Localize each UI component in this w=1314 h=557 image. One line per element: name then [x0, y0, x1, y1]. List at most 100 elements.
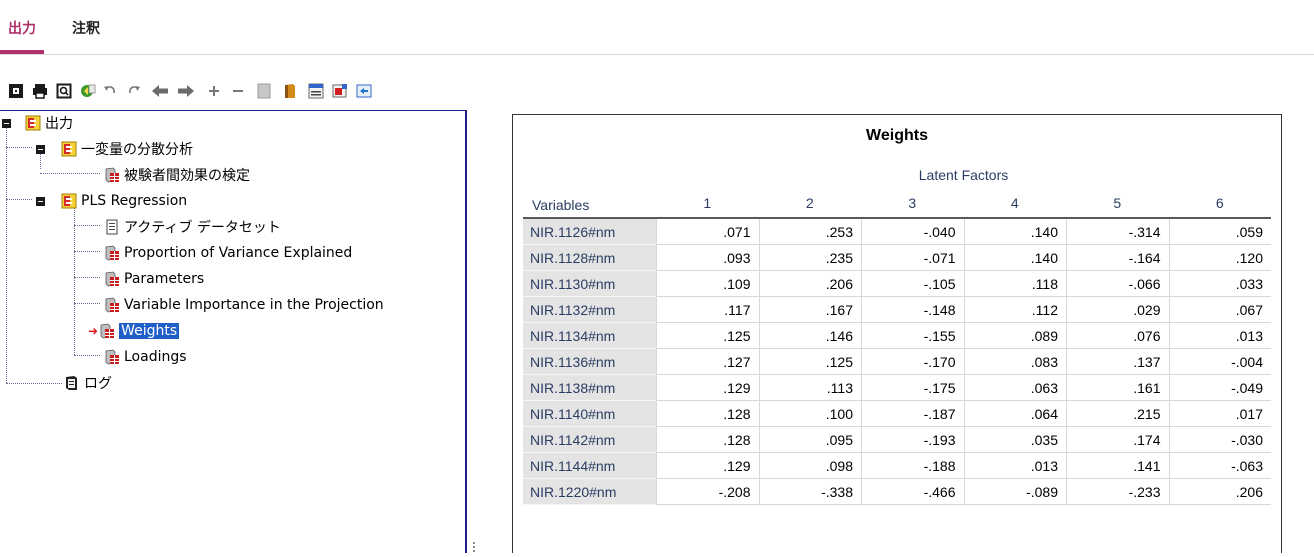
table-cell[interactable]: -.049: [1168, 375, 1271, 401]
table-cell[interactable]: -.466: [861, 479, 964, 505]
table-cell[interactable]: .063: [963, 375, 1066, 401]
table-cell[interactable]: .206: [758, 271, 861, 297]
table-cell[interactable]: .128: [656, 401, 759, 427]
tree-item-active-dataset[interactable]: アクティブ データセット: [104, 215, 281, 239]
table-row[interactable]: NIR.1220#nm -.208 -.338 -.466 -.089 -.233.206: [523, 479, 1271, 505]
table-row[interactable]: NIR.1132#nm .117.167 -.148.112.029.067: [523, 297, 1271, 323]
collapse-icon[interactable]: [228, 80, 248, 102]
hide-icon[interactable]: [280, 80, 300, 102]
undo-icon[interactable]: [100, 80, 120, 102]
go-back-icon[interactable]: [150, 80, 170, 102]
table-cell[interactable]: .067: [1168, 297, 1271, 323]
redo-icon[interactable]: [124, 80, 144, 102]
table-cell[interactable]: .112: [963, 297, 1066, 323]
table-cell[interactable]: .117: [656, 297, 759, 323]
table-cell[interactable]: .109: [656, 271, 759, 297]
table-cell[interactable]: .167: [758, 297, 861, 323]
table-cell[interactable]: .125: [758, 349, 861, 375]
table-cell[interactable]: -.193: [861, 427, 964, 453]
collapse-toggle-icon[interactable]: [36, 144, 45, 154]
save-icon[interactable]: [6, 80, 26, 102]
table-cell[interactable]: .083: [963, 349, 1066, 375]
table-cell[interactable]: -.040: [861, 219, 964, 245]
tree-item-oneway-anova[interactable]: 一変量の分散分析: [36, 137, 193, 161]
table-cell[interactable]: .120: [1168, 245, 1271, 271]
table-cell[interactable]: .064: [963, 401, 1066, 427]
table-cell[interactable]: .017: [1168, 401, 1271, 427]
table-cell[interactable]: .235: [758, 245, 861, 271]
table-cell[interactable]: -.170: [861, 349, 964, 375]
table-cell[interactable]: .140: [963, 219, 1066, 245]
tree-item-output-root[interactable]: 出力: [2, 111, 73, 135]
collapse-toggle-icon[interactable]: [36, 196, 45, 206]
table-cell[interactable]: -.187: [861, 401, 964, 427]
table-cell[interactable]: .128: [656, 427, 759, 453]
table-cell[interactable]: -.164: [1066, 245, 1169, 271]
table-cell[interactable]: .129: [656, 453, 759, 479]
tree-item-vip[interactable]: Variable Importance in the Projection: [104, 293, 384, 317]
table-cell[interactable]: -.105: [861, 271, 964, 297]
table-cell[interactable]: .076: [1066, 323, 1169, 349]
show-icon[interactable]: [254, 80, 274, 102]
table-cell[interactable]: .095: [758, 427, 861, 453]
table-cell[interactable]: .071: [656, 219, 759, 245]
tree-item-between-subjects[interactable]: 被験者間効果の検定: [104, 163, 250, 187]
table-cell[interactable]: .146: [758, 323, 861, 349]
table-cell[interactable]: .113: [758, 375, 861, 401]
tree-item-log[interactable]: ログ: [64, 371, 112, 395]
pane-splitter[interactable]: [472, 540, 476, 553]
table-cell[interactable]: .098: [758, 453, 861, 479]
print-preview-icon[interactable]: [54, 80, 74, 102]
table-cell[interactable]: -.071: [861, 245, 964, 271]
insert-title-icon[interactable]: [330, 80, 350, 102]
table-cell[interactable]: .089: [963, 323, 1066, 349]
table-cell[interactable]: .035: [963, 427, 1066, 453]
table-cell[interactable]: .059: [1168, 219, 1271, 245]
table-cell[interactable]: .125: [656, 323, 759, 349]
table-cell[interactable]: .206: [1168, 479, 1271, 505]
table-cell[interactable]: -.175: [861, 375, 964, 401]
table-cell[interactable]: -.338: [758, 479, 861, 505]
table-cell[interactable]: -.314: [1066, 219, 1169, 245]
table-cell[interactable]: -.233: [1066, 479, 1169, 505]
expand-icon[interactable]: [204, 80, 224, 102]
table-cell[interactable]: .100: [758, 401, 861, 427]
table-cell[interactable]: .127: [656, 349, 759, 375]
table-cell[interactable]: -.089: [963, 479, 1066, 505]
table-cell[interactable]: .141: [1066, 453, 1169, 479]
table-row[interactable]: NIR.1138#nm .129.113 -.175.063.161 -.049: [523, 375, 1271, 401]
tree-item-weights[interactable]: ➜ Weights: [88, 319, 180, 343]
table-cell[interactable]: -.188: [861, 453, 964, 479]
table-cell[interactable]: .174: [1066, 427, 1169, 453]
table-cell[interactable]: -.148: [861, 297, 964, 323]
table-row[interactable]: NIR.1130#nm .109.206 -.105.118 -.066.033: [523, 271, 1271, 297]
table-cell[interactable]: .137: [1066, 349, 1169, 375]
table-cell[interactable]: .253: [758, 219, 861, 245]
table-cell[interactable]: .215: [1066, 401, 1169, 427]
table-cell[interactable]: -.208: [656, 479, 759, 505]
print-icon[interactable]: [30, 80, 50, 102]
tree-item-loadings[interactable]: Loadings: [104, 345, 187, 369]
table-cell[interactable]: .013: [963, 453, 1066, 479]
table-cell[interactable]: -.030: [1168, 427, 1271, 453]
table-row[interactable]: NIR.1136#nm .127.125 -.170.083.137 -.004: [523, 349, 1271, 375]
weights-pivot-table[interactable]: Weights Latent Factors Variables 123456 …: [512, 114, 1282, 553]
go-forward-icon[interactable]: [176, 80, 196, 102]
tab-notes[interactable]: 注釈: [72, 18, 100, 38]
table-row[interactable]: NIR.1128#nm .093.235 -.071.140 -.164.120: [523, 245, 1271, 271]
table-cell[interactable]: .118: [963, 271, 1066, 297]
table-row[interactable]: NIR.1140#nm .128.100 -.187.064.215.017: [523, 401, 1271, 427]
tree-item-proportion-variance[interactable]: Proportion of Variance Explained: [104, 241, 352, 265]
table-cell[interactable]: .029: [1066, 297, 1169, 323]
table-row[interactable]: NIR.1142#nm .128.095 -.193.035.174 -.030: [523, 427, 1271, 453]
insert-text-icon[interactable]: [354, 80, 374, 102]
tree-item-pls-regression[interactable]: PLS Regression: [36, 189, 187, 213]
table-cell[interactable]: .140: [963, 245, 1066, 271]
table-cell[interactable]: -.155: [861, 323, 964, 349]
tree-item-parameters[interactable]: Parameters: [104, 267, 204, 291]
table-cell[interactable]: .013: [1168, 323, 1271, 349]
table-row[interactable]: NIR.1144#nm .129.098 -.188.013.141 -.063: [523, 453, 1271, 479]
table-row[interactable]: NIR.1126#nm .071.253 -.040.140 -.314.059: [523, 219, 1271, 245]
tab-output[interactable]: 出力: [8, 18, 36, 38]
table-cell[interactable]: .161: [1066, 375, 1169, 401]
